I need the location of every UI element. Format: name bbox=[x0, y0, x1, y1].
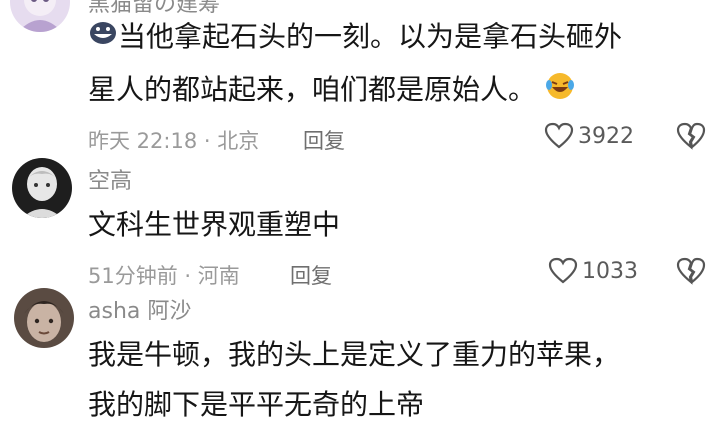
laugh-cry-emoji-icon bbox=[545, 71, 575, 112]
comment-text: 文科生世界观重塑中 bbox=[88, 205, 340, 245]
broken-heart-icon bbox=[676, 257, 706, 285]
comment-text: 当他拿起石头的一刻。以为是拿石头砸外 bbox=[88, 17, 622, 58]
comment-text-line-2: 星人的都站起来，咱们都是原始人。 bbox=[88, 73, 537, 106]
comment-text: 我是牛顿，我的头上是定义了重力的苹果， bbox=[88, 335, 620, 375]
comment-text-line-1: 我是牛顿，我的头上是定义了重力的苹果， bbox=[88, 338, 621, 371]
dislike-button[interactable] bbox=[676, 122, 706, 154]
comment-text: 星人的都站起来，咱们都是原始人。 bbox=[88, 70, 575, 112]
comment-text: 我的脚下是平平无奇的上帝 bbox=[88, 385, 424, 425]
comment-item: 空高 文科生世界观重塑中 51分钟前 · 河南 回复 1033 bbox=[0, 155, 720, 288]
like-count: 1033 bbox=[582, 258, 638, 284]
comment-username[interactable]: asha 阿沙 bbox=[88, 293, 191, 325]
comment-text-line-1: 当他拿起石头的一刻。以为是拿石头砸外 bbox=[118, 20, 623, 53]
like-count: 3922 bbox=[578, 123, 634, 149]
avatar[interactable] bbox=[12, 158, 72, 218]
heart-icon bbox=[544, 122, 574, 149]
reply-button[interactable]: 回复 bbox=[303, 125, 345, 155]
avatar[interactable] bbox=[10, 0, 70, 32]
like-button[interactable]: 1033 bbox=[548, 257, 638, 285]
comment-meta: 昨天 22:18 · 北京 bbox=[88, 125, 259, 155]
comment-time: 昨天 22:18 bbox=[88, 129, 198, 153]
like-button[interactable]: 3922 bbox=[544, 122, 634, 150]
comment-location: 北京 bbox=[217, 129, 260, 153]
heart-icon bbox=[548, 257, 578, 284]
comment-item: 黑猫留の建筹 当他拿起石头的一刻。以为是拿石头砸外 星人的都站起来，咱们都是原始… bbox=[0, 0, 720, 160]
grin-emoji-icon bbox=[88, 18, 118, 58]
meta-separator: · bbox=[197, 129, 218, 153]
comment-username[interactable]: 空高 bbox=[88, 163, 132, 195]
broken-heart-icon bbox=[676, 122, 706, 150]
comment-item: asha 阿沙 我是牛顿，我的头上是定义了重力的苹果， 我的脚下是平平无奇的上帝 bbox=[0, 285, 720, 421]
comment-text-line-1: 文科生世界观重塑中 bbox=[88, 208, 341, 241]
avatar[interactable] bbox=[14, 288, 74, 348]
comment-username[interactable]: 黑猫留の建筹 bbox=[88, 0, 220, 18]
